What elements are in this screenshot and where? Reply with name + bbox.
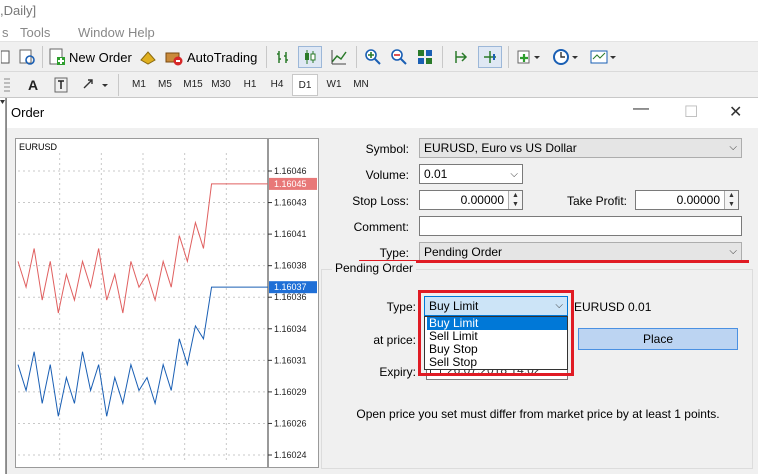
timeframe-m30[interactable]: M30 bbox=[208, 74, 234, 96]
zoom-in-icon[interactable] bbox=[362, 46, 384, 68]
take-profit-spinner[interactable]: ▲ ▼ bbox=[724, 191, 738, 209]
take-profit-input[interactable]: 0.00000 ▲ ▼ bbox=[635, 190, 739, 210]
timeframe-m5[interactable]: M5 bbox=[152, 74, 178, 96]
y-tick-label: 1.16024 bbox=[274, 450, 307, 460]
symbol-label: Symbol: bbox=[365, 142, 409, 156]
pending-type-label: Type: bbox=[386, 300, 416, 314]
take-profit-label: Take Profit: bbox=[566, 194, 627, 208]
timeframe-d1[interactable]: D1 bbox=[292, 74, 318, 96]
place-button[interactable]: Place bbox=[578, 328, 738, 350]
chevron-down-icon: ⌵ bbox=[729, 142, 737, 153]
minimize-icon[interactable]: — bbox=[633, 100, 649, 118]
y-tick-label: 1.16029 bbox=[274, 387, 307, 397]
menu-item-tools[interactable]: Tools bbox=[20, 25, 50, 40]
auto-scroll-icon[interactable] bbox=[450, 46, 472, 68]
text-tool-button[interactable]: A bbox=[22, 74, 44, 96]
stop-loss-label: Stop Loss: bbox=[352, 194, 409, 208]
line-studies-toolbar: A M1 M5 M15 M30 H1 H4 D1 W1 MN bbox=[0, 72, 758, 98]
order-type-label: Type: bbox=[379, 246, 409, 260]
y-tick-label: 1.16034 bbox=[274, 324, 307, 334]
dialog-title-bar: Order — ☐ ✕ bbox=[7, 98, 758, 128]
new-order-button[interactable]: New Order bbox=[48, 46, 132, 68]
toolbar-separator bbox=[42, 46, 43, 68]
toolbar-separator bbox=[118, 74, 119, 96]
stop-loss-spinner[interactable]: ▲ ▼ bbox=[508, 191, 522, 209]
pending-order-legend: Pending Order bbox=[332, 261, 417, 275]
grip-icon bbox=[0, 74, 14, 96]
maximize-icon[interactable]: ☐ bbox=[684, 102, 698, 122]
timeframe-mn[interactable]: MN bbox=[348, 74, 374, 96]
chevron-down-icon: ⌵ bbox=[729, 246, 737, 257]
main-toolbar: New Order AutoTrading bbox=[0, 42, 758, 72]
expiry-label: Expiry: bbox=[379, 365, 416, 379]
tick-chart: EURUSD 1.16046 1.16043 1.16041 1.16038 1.160… bbox=[15, 138, 319, 468]
y-tick-label: 1.16031 bbox=[274, 355, 307, 365]
highlight-box bbox=[418, 290, 574, 376]
volume-label: Volume: bbox=[365, 168, 409, 182]
bar-chart-icon[interactable] bbox=[272, 46, 294, 68]
timeframe-w1[interactable]: W1 bbox=[321, 74, 347, 96]
stop-loss-input[interactable]: 0.00000 ▲ ▼ bbox=[419, 190, 523, 210]
chevron-down-icon: ⌵ bbox=[510, 169, 518, 180]
symbol-select[interactable]: EURUSD, Euro vs US Dollar ⌵ bbox=[419, 138, 742, 158]
tick-chart-svg: 1.160461.160431.160411.160381.160361.160… bbox=[17, 139, 317, 467]
highlight-underline bbox=[359, 260, 749, 263]
candlestick-icon[interactable] bbox=[298, 46, 322, 68]
tile-windows-icon[interactable] bbox=[414, 46, 436, 68]
periods-clock-icon[interactable] bbox=[550, 46, 582, 68]
menu-item-window[interactable]: Window bbox=[78, 25, 124, 40]
y-tick-label: 1.16036 bbox=[274, 292, 307, 302]
autotrading-icon bbox=[165, 52, 183, 66]
y-tick-label: 1.16041 bbox=[274, 229, 307, 239]
timeframe-m15[interactable]: M15 bbox=[180, 74, 206, 96]
new-order-icon bbox=[49, 48, 65, 65]
pending-order-group: Pending Order Type: at price: Expiry: 26… bbox=[321, 261, 753, 469]
toolbar-separator bbox=[508, 46, 509, 68]
bid-price-badge-label: 1.16037 bbox=[274, 282, 307, 292]
menu-bar: s Tools Window Help bbox=[0, 22, 758, 42]
indicators-icon[interactable] bbox=[514, 46, 544, 68]
metaeditor-icon[interactable] bbox=[136, 46, 160, 68]
arrows-icon[interactable] bbox=[78, 74, 112, 96]
menu-item-charts[interactable]: s bbox=[2, 25, 9, 40]
y-tick-label: 1.16026 bbox=[274, 418, 307, 428]
order-dialog: Order — ☐ ✕ EURUSD 1.16046 1.16043 1.16041… bbox=[6, 98, 758, 474]
zoom-out-icon[interactable] bbox=[388, 46, 410, 68]
toolbar-separator bbox=[442, 46, 443, 68]
y-tick-label: 1.16043 bbox=[274, 198, 307, 208]
menu-item-help[interactable]: Help bbox=[128, 25, 155, 40]
autotrading-button[interactable]: AutoTrading bbox=[164, 46, 260, 68]
market-watch-icon[interactable] bbox=[16, 46, 38, 68]
y-tick-label: 1.16046 bbox=[274, 166, 307, 176]
pending-symbol-info: EURUSD 0.01 bbox=[574, 300, 652, 314]
timeframe-m1[interactable]: M1 bbox=[126, 74, 152, 96]
app-title: ,Daily] bbox=[0, 3, 37, 18]
bid-series-line bbox=[17, 286, 268, 417]
order-type-select[interactable]: Pending Order ⌵ bbox=[419, 242, 742, 262]
profiles-icon[interactable] bbox=[0, 46, 12, 68]
close-icon[interactable]: ✕ bbox=[729, 102, 742, 122]
templates-icon[interactable] bbox=[588, 46, 620, 68]
price-distance-note: Open price you set must differ from mark… bbox=[356, 407, 720, 421]
dialog-title: Order bbox=[11, 105, 45, 120]
ask-price-badge-label: 1.16045 bbox=[274, 179, 307, 189]
timeframe-h4[interactable]: H4 bbox=[264, 74, 290, 96]
y-tick-label: 1.16038 bbox=[274, 261, 307, 271]
timeframe-h1[interactable]: H1 bbox=[237, 74, 263, 96]
app-title-bar: ,Daily] bbox=[0, 0, 758, 22]
toolbar-separator bbox=[356, 46, 357, 68]
comment-input[interactable] bbox=[419, 216, 742, 236]
chart-shift-icon[interactable] bbox=[478, 46, 502, 68]
comment-label: Comment: bbox=[353, 220, 409, 234]
line-chart-icon[interactable] bbox=[328, 46, 350, 68]
volume-combo[interactable]: 0.01 ⌵ bbox=[419, 164, 523, 184]
toolbar-separator bbox=[266, 46, 267, 68]
at-price-label: at price: bbox=[373, 333, 416, 347]
text-label-icon[interactable] bbox=[50, 74, 72, 96]
